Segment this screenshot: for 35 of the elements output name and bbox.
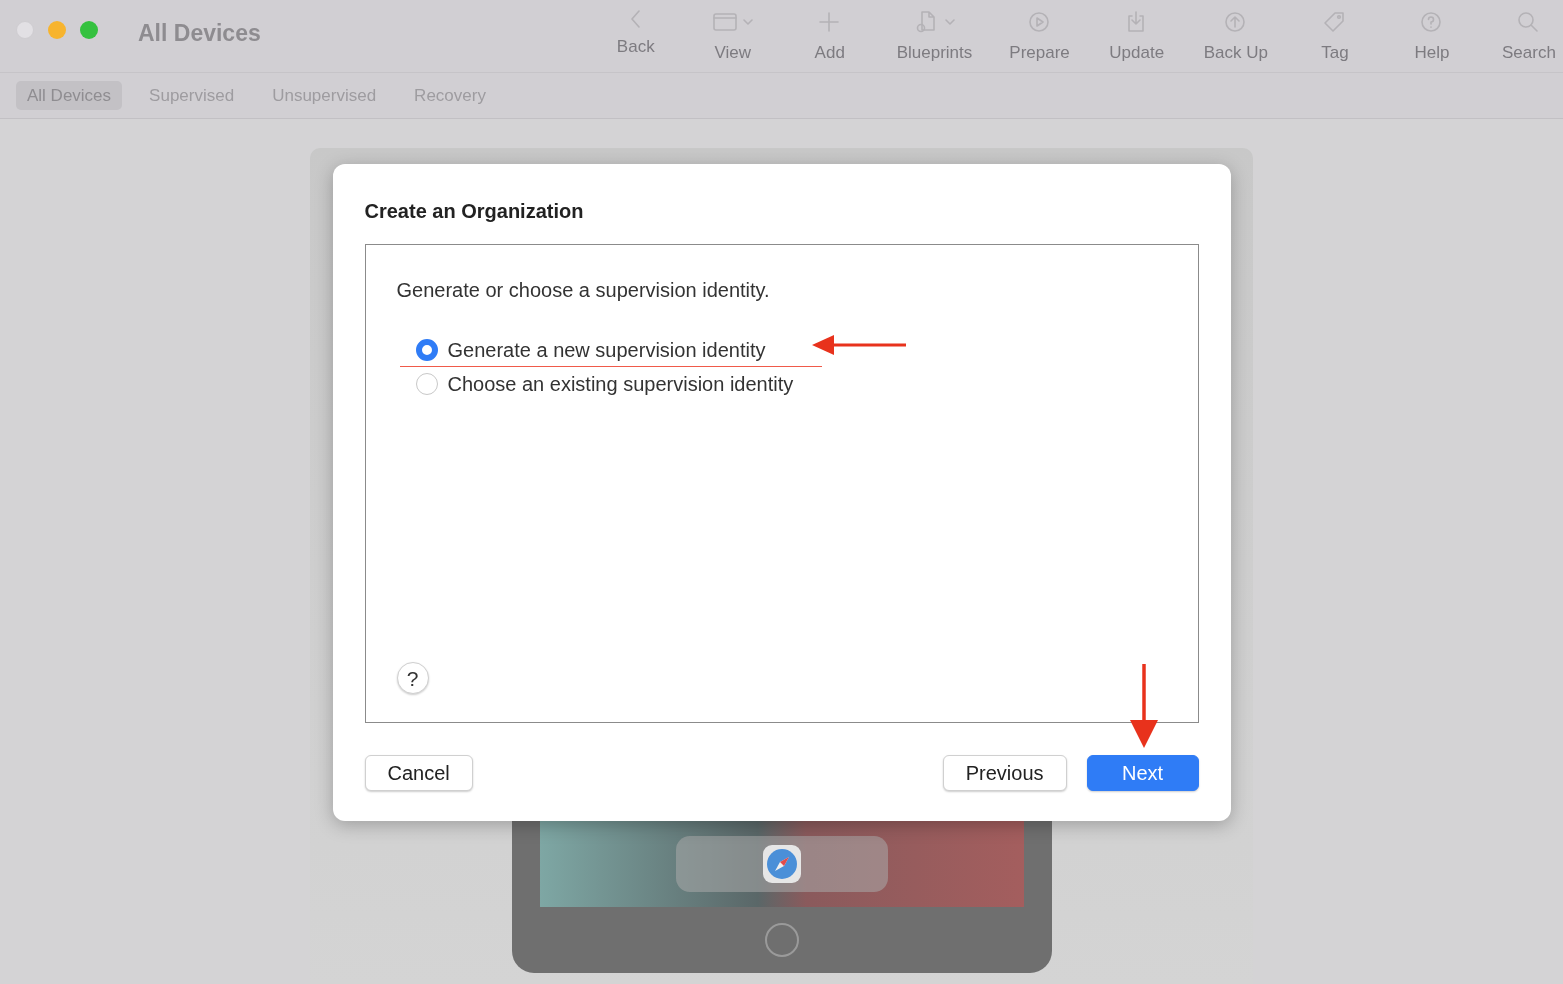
dialog-button[interactable]: Cancel bbox=[364, 755, 473, 791]
toolbar-label: Back bbox=[616, 36, 655, 58]
prompt-text: Generate or choose a supervision identity. bbox=[396, 278, 771, 303]
radio-button[interactable] bbox=[415, 339, 438, 361]
toolbar-button[interactable]: Update bbox=[1106, 10, 1167, 66]
toolbar-label: Tag bbox=[1321, 42, 1349, 64]
back-icon bbox=[631, 10, 641, 28]
toolbar-button[interactable]: Prepare bbox=[1009, 10, 1070, 66]
toolbar-button[interactable]: Back Up bbox=[1203, 10, 1268, 66]
dialog-title: Create an Organization bbox=[364, 199, 585, 224]
toolbar-button[interactable]: View bbox=[702, 10, 763, 66]
toolbar-label: Update bbox=[1109, 42, 1165, 64]
toolbar-label: Help bbox=[1414, 42, 1450, 64]
toolbar-label: View bbox=[714, 42, 751, 64]
toolbar-button[interactable]: Back bbox=[605, 10, 666, 66]
window-icon bbox=[711, 10, 738, 34]
window-title: All Devices bbox=[138, 19, 261, 48]
toolbar-label: Add bbox=[814, 42, 845, 64]
compass-app-icon bbox=[761, 844, 802, 884]
radio-option[interactable]: Choose an existing supervision identity bbox=[415, 369, 1167, 399]
toolbar-button[interactable]: Search bbox=[1498, 10, 1559, 66]
help-button[interactable]: ? bbox=[396, 662, 429, 694]
toolbar-button[interactable]: Blueprints bbox=[896, 10, 973, 66]
toolbar-label: Search bbox=[1502, 42, 1556, 64]
minimize-button[interactable] bbox=[48, 21, 66, 39]
toolbar-label: Back Up bbox=[1203, 42, 1268, 64]
toolbar-button[interactable]: Tag bbox=[1305, 10, 1365, 66]
radio-button[interactable] bbox=[415, 373, 438, 395]
next-button[interactable]: Next bbox=[1086, 755, 1199, 791]
zoom-button[interactable] bbox=[80, 21, 98, 39]
dialog-button[interactable]: Previous bbox=[942, 755, 1067, 791]
toolbar-button[interactable]: Help bbox=[1401, 10, 1462, 66]
toolbar-label: Blueprints bbox=[896, 42, 973, 64]
toolbar-button[interactable]: Add bbox=[799, 10, 860, 66]
toolbar-label: Prepare bbox=[1009, 42, 1070, 64]
